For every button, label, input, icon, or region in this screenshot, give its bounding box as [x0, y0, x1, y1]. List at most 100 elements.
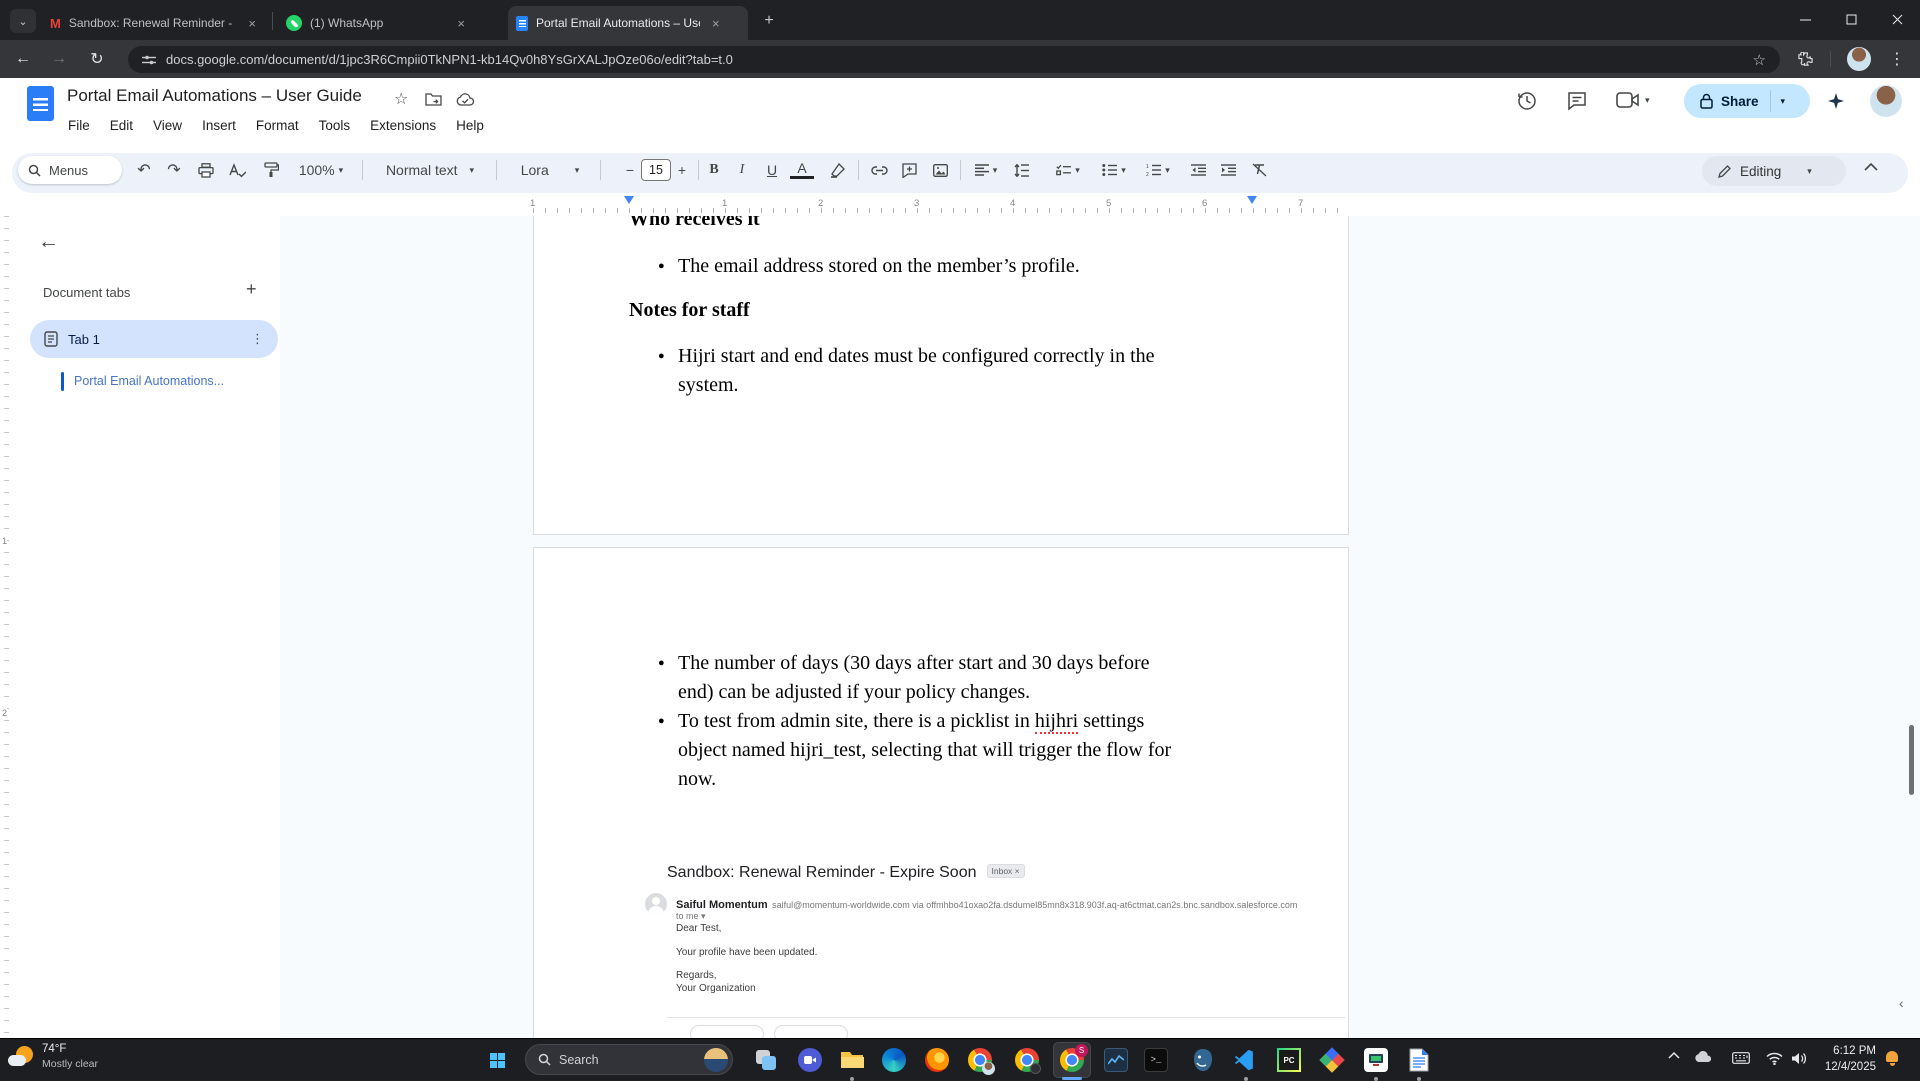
wifi-icon[interactable] — [1766, 1052, 1783, 1065]
print-icon[interactable] — [194, 158, 218, 182]
firefox-browser-icon[interactable] — [924, 1047, 950, 1073]
spellcheck-icon[interactable] — [224, 158, 250, 182]
decrease-indent-icon[interactable] — [1185, 158, 1211, 182]
menu-edit[interactable]: Edit — [102, 115, 141, 141]
new-tab-button[interactable]: + — [758, 10, 780, 32]
menu-format[interactable]: Format — [248, 115, 307, 141]
chrome-profile3-icon-active[interactable]: S — [1059, 1047, 1085, 1073]
add-comment-icon[interactable] — [896, 158, 922, 182]
menu-insert[interactable]: Insert — [194, 115, 244, 141]
forward-icon[interactable]: → — [46, 46, 72, 72]
browser-profile-avatar[interactable] — [1847, 47, 1871, 71]
start-button[interactable] — [484, 1047, 510, 1073]
browser-tab-whatsapp[interactable]: (1) WhatsApp × — [278, 6, 502, 40]
weather-condition[interactable]: Mostly clear — [42, 1058, 98, 1070]
task-view-icon[interactable] — [753, 1047, 779, 1073]
tab-search-button[interactable]: ⌄ — [10, 9, 36, 33]
numbered-list-select[interactable]: 12 ▾ — [1140, 158, 1176, 182]
vertical-scrollbar[interactable] — [1909, 725, 1914, 795]
extensions-puzzle-icon[interactable] — [1792, 46, 1818, 72]
horizontal-ruler[interactable]: 1 1 2 3 4 5 6 7 — [0, 196, 1920, 216]
docs-profile-avatar[interactable] — [1870, 85, 1902, 117]
reload-icon[interactable]: ↻ — [84, 46, 110, 72]
bulleted-list-select[interactable]: ▾ — [1096, 158, 1132, 182]
paint-format-icon[interactable] — [258, 158, 284, 182]
star-document-icon[interactable]: ☆ — [394, 89, 408, 109]
browser-tab-docs-active[interactable]: Portal Email Automations – Use × — [508, 6, 748, 40]
share-dropdown-icon[interactable]: ▾ — [1781, 96, 1786, 107]
left-indent-marker[interactable] — [624, 196, 634, 204]
font-select[interactable]: Lora▾ — [510, 158, 590, 182]
collapse-toolbar-icon[interactable] — [1864, 163, 1878, 171]
back-icon[interactable]: ← — [10, 46, 36, 72]
weather-icon[interactable] — [8, 1046, 34, 1072]
menu-view[interactable]: View — [145, 115, 190, 141]
teams-chat-icon[interactable] — [797, 1047, 823, 1073]
line-spacing-icon[interactable] — [1008, 158, 1034, 182]
side-panel-expand-icon[interactable]: ‹ — [1899, 995, 1904, 1011]
back-arrow-icon[interactable]: ← — [38, 230, 59, 254]
browser-menu-kebab-icon[interactable]: ⋮ — [1884, 46, 1910, 72]
version-history-icon[interactable] — [1516, 90, 1538, 112]
notification-bell-icon[interactable] — [1884, 1050, 1900, 1066]
color-diamond-app-icon[interactable] — [1319, 1047, 1345, 1073]
close-icon[interactable]: × — [453, 16, 469, 31]
close-icon[interactable]: × — [708, 16, 724, 31]
document-title[interactable]: Portal Email Automations – User Guide — [67, 86, 362, 106]
undo-icon[interactable]: ↶ — [132, 158, 156, 182]
taskpro-monitor-icon[interactable] — [1363, 1047, 1389, 1073]
increase-font-icon[interactable]: + — [672, 158, 692, 182]
address-bar[interactable]: docs.google.com/document/d/1jpc3R6Cmpii0… — [128, 46, 1780, 73]
taskbar-clock[interactable]: 6:12 PM 12/4/2025 — [1806, 1043, 1876, 1075]
window-close-button[interactable] — [1874, 0, 1920, 38]
cloud-saved-icon[interactable] — [456, 92, 475, 106]
editing-mode-button[interactable]: Editing ▾ — [1702, 156, 1846, 186]
highlight-icon[interactable] — [824, 158, 850, 182]
checklist-select[interactable]: ▾ — [1050, 158, 1086, 182]
underline-icon[interactable]: U — [760, 158, 784, 182]
insert-link-icon[interactable] — [866, 158, 892, 182]
weather-temp[interactable]: 74°F — [42, 1043, 66, 1055]
decrease-font-icon[interactable]: − — [620, 158, 640, 182]
onedrive-cloud-icon[interactable] — [1694, 1051, 1712, 1063]
postgresql-icon[interactable] — [1190, 1047, 1216, 1073]
window-maximize-button[interactable] — [1828, 0, 1874, 38]
google-docs-logo[interactable] — [27, 86, 54, 121]
window-minimize-button[interactable] — [1782, 0, 1828, 38]
insert-image-icon[interactable] — [927, 158, 953, 182]
add-tab-icon[interactable]: + — [246, 279, 257, 300]
align-select[interactable]: ▾ — [968, 158, 1004, 182]
tab-options-kebab-icon[interactable]: ⋮ — [251, 331, 264, 347]
chrome-profile2-icon[interactable] — [1014, 1047, 1040, 1073]
clear-formatting-icon[interactable] — [1246, 158, 1272, 182]
increase-indent-icon[interactable] — [1215, 158, 1241, 182]
file-explorer-icon[interactable] — [839, 1047, 865, 1073]
libreoffice-writer-icon[interactable] — [1406, 1047, 1432, 1073]
taskbar-search-box[interactable]: Search — [525, 1044, 733, 1075]
redo-icon[interactable]: ↷ — [162, 158, 186, 182]
bold-icon[interactable]: B — [702, 158, 726, 182]
share-button[interactable]: Share ▾ — [1684, 84, 1810, 118]
terminal-icon[interactable]: >_ — [1143, 1047, 1169, 1073]
toolbar-menus-search[interactable]: Menus — [18, 156, 122, 184]
italic-icon[interactable]: I — [730, 158, 754, 182]
sidebar-tab-1[interactable]: Tab 1 ⋮ — [30, 320, 278, 358]
pycharm-icon[interactable]: PC — [1276, 1047, 1302, 1073]
comments-icon[interactable] — [1566, 90, 1588, 112]
bookmark-star-icon[interactable]: ☆ — [1753, 51, 1766, 69]
menu-help[interactable]: Help — [448, 115, 492, 141]
vscode-icon[interactable] — [1233, 1047, 1259, 1073]
menu-file[interactable]: File — [60, 115, 98, 141]
menu-extensions[interactable]: Extensions — [362, 115, 444, 141]
font-size-input[interactable]: 15 — [641, 159, 671, 181]
meet-video-button[interactable]: ▾ — [1616, 91, 1650, 109]
outline-item-portal-email[interactable]: Portal Email Automations... — [74, 374, 224, 388]
zoom-select[interactable]: 100%▾ — [292, 158, 350, 182]
paragraph-style-select[interactable]: Normal text▾ — [376, 158, 484, 182]
chrome-profile1-icon[interactable] — [967, 1047, 993, 1073]
touch-keyboard-icon[interactable] — [1732, 1052, 1750, 1064]
move-folder-icon[interactable] — [425, 92, 442, 106]
tray-expand-icon[interactable] — [1668, 1051, 1680, 1059]
text-color-icon[interactable]: A — [790, 159, 814, 179]
right-indent-marker[interactable] — [1247, 196, 1257, 204]
